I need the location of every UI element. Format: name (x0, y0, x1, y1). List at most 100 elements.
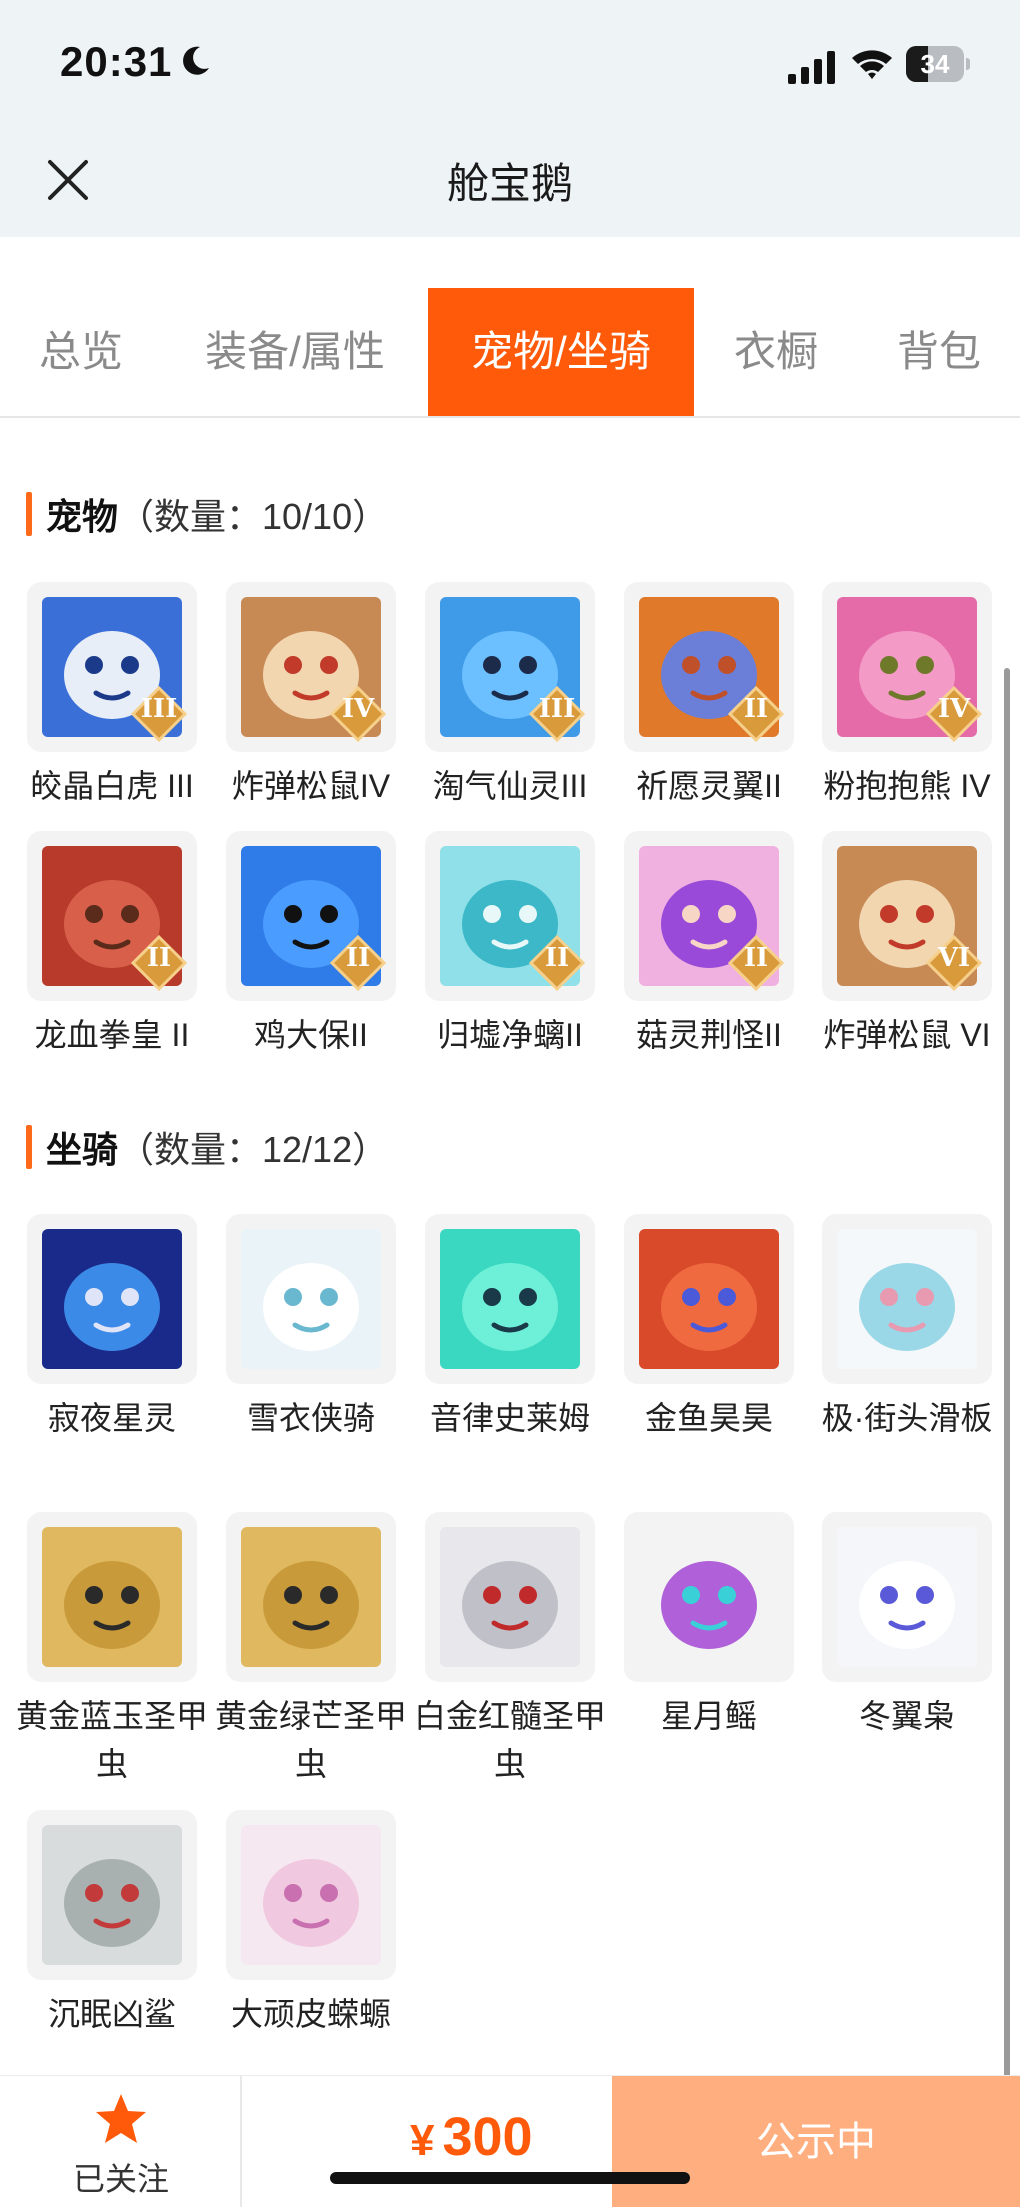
item-name: 黄金蓝玉圣甲虫 (15, 1698, 208, 1782)
item-name: 炸弹松鼠 VI (823, 1017, 991, 1053)
grid-item[interactable]: III 淘气仙灵III (411, 582, 609, 810)
item-thumbnail (624, 1214, 794, 1384)
tier-badge: III (529, 686, 585, 742)
mounts-count: （数量：12/12） (118, 1129, 389, 1170)
tab-backpack[interactable]: 背包 (866, 288, 1012, 416)
star-icon (96, 2094, 146, 2143)
tier-badge: VI (926, 935, 982, 991)
home-indicator (330, 2172, 690, 2184)
item-name: 龙血拳皇 II (34, 1017, 190, 1053)
grid-item[interactable]: 寂夜星灵 (13, 1214, 211, 1442)
item-thumbnail: III (27, 582, 197, 752)
item-thumbnail: VI (822, 831, 992, 1001)
tab-overview[interactable]: 总览 (0, 288, 162, 416)
grid-item[interactable]: 音律史莱姆 (411, 1214, 609, 1442)
follow-label: 已关注 (72, 2161, 169, 2197)
silver-beetle-icon (440, 1527, 580, 1667)
item-name: 黄金绿芒圣甲虫 (214, 1698, 407, 1782)
golden-beetle-icon (42, 1527, 182, 1667)
white-horse-icon (241, 1229, 381, 1369)
shark-icon (42, 1825, 182, 1965)
grid-item[interactable]: 冬翼枭 (808, 1512, 1006, 1740)
scrollbar[interactable] (1004, 668, 1010, 2078)
golden-beetle-icon (241, 1527, 381, 1667)
snow-owl-icon (837, 1527, 977, 1667)
tier-badge: II (131, 935, 187, 991)
grid-item[interactable]: IV 炸弹松鼠IV (212, 582, 410, 810)
grid-item[interactable]: 黄金蓝玉圣甲虫 (13, 1512, 211, 1788)
grid-item[interactable]: 极·街头滑板 (808, 1214, 1006, 1442)
tier-badge: IV (926, 686, 982, 742)
tier-badge: II (330, 935, 386, 991)
item-thumbnail (27, 1810, 197, 1980)
grid-item[interactable]: 大顽皮蝾螈 (212, 1810, 410, 2038)
grid-item[interactable]: 黄金绿芒圣甲虫 (212, 1512, 410, 1788)
manta-ray-icon (639, 1527, 779, 1667)
skateboard-icon (837, 1229, 977, 1369)
pets-section-header: 宠物 （数量：10/10） (26, 491, 388, 537)
grid-item[interactable]: 沉眠凶鲨 (13, 1810, 211, 2038)
item-thumbnail (425, 1214, 595, 1384)
item-thumbnail (226, 1214, 396, 1384)
item-thumbnail: II (425, 831, 595, 1001)
axolotl-icon (241, 1825, 381, 1965)
green-slime-icon (440, 1229, 580, 1369)
item-thumbnail (822, 1512, 992, 1682)
grid-item[interactable]: 金鱼昊昊 (610, 1214, 808, 1442)
item-name: 菇灵荆怪II (636, 1017, 782, 1053)
signal-icon (788, 51, 835, 84)
moon-icon (183, 46, 209, 75)
item-name: 星月鳐 (660, 1698, 757, 1734)
item-name: 皎晶白虎 III (30, 768, 194, 804)
item-thumbnail (822, 1214, 992, 1384)
grid-item[interactable]: VI 炸弹松鼠 VI (808, 831, 1006, 1059)
item-thumbnail (226, 1512, 396, 1682)
grid-item[interactable]: II 鸡大保II (212, 831, 410, 1059)
price-value: 300 (442, 2107, 533, 2167)
item-thumbnail (226, 1810, 396, 1980)
grid-item[interactable]: II 菇灵荆怪II (610, 831, 808, 1059)
grid-item[interactable]: III 皎晶白虎 III (13, 582, 211, 810)
tier-badge: IV (330, 686, 386, 742)
goldfish-icon (639, 1229, 779, 1369)
item-thumbnail (27, 1512, 197, 1682)
page-title: 舱宝鹅 (446, 160, 573, 207)
grid-item[interactable]: 星月鳐 (610, 1512, 808, 1740)
grid-item[interactable]: 雪衣侠骑 (212, 1214, 410, 1442)
battery-icon: 34 (906, 46, 970, 82)
follow-button[interactable]: 已关注 (0, 2076, 242, 2207)
tab-bar: 总览 装备/属性 宠物/坐骑 衣橱 背包 (0, 288, 1020, 418)
mounts-title: 坐骑 (46, 1129, 119, 1170)
item-name: 炸弹松鼠IV (231, 768, 391, 804)
item-name: 白金红髓圣甲虫 (413, 1698, 606, 1782)
item-name: 雪衣侠骑 (246, 1400, 375, 1436)
item-name: 音律史莱姆 (429, 1400, 590, 1436)
grid-item[interactable]: II 归墟净螭II (411, 831, 609, 1059)
publicity-status-button[interactable]: 公示中 (612, 2076, 1020, 2207)
item-thumbnail: II (624, 831, 794, 1001)
item-name: 大顽皮蝾螈 (230, 1996, 391, 2032)
item-name: 粉抱抱熊 IV (823, 768, 991, 804)
grid-item[interactable]: II 龙血拳皇 II (13, 831, 211, 1059)
tier-badge: II (728, 935, 784, 991)
grid-item[interactable]: 白金红髓圣甲虫 (411, 1512, 609, 1788)
item-thumbnail: III (425, 582, 595, 752)
tier-badge: II (728, 686, 784, 742)
section-marker (26, 492, 32, 536)
item-name: 淘气仙灵III (432, 768, 588, 804)
status-time: 20:31 (60, 38, 173, 85)
grid-item[interactable]: IV 粉抱抱熊 IV (808, 582, 1006, 810)
item-thumbnail: II (624, 582, 794, 752)
tab-equipment[interactable]: 装备/属性 (178, 288, 412, 416)
tab-pets-mounts[interactable]: 宠物/坐骑 (428, 288, 694, 416)
grid-item[interactable]: II 祈愿灵翼II (610, 582, 808, 810)
item-thumbnail: IV (822, 582, 992, 752)
item-name: 极·街头滑板 (821, 1400, 993, 1436)
item-name: 金鱼昊昊 (644, 1400, 773, 1436)
item-name: 寂夜星灵 (47, 1400, 176, 1436)
tab-wardrobe[interactable]: 衣橱 (708, 288, 844, 416)
bottom-bar: 已关注 ¥300 公示中 (0, 2075, 1020, 2207)
item-thumbnail: IV (226, 582, 396, 752)
tier-badge: III (131, 686, 187, 742)
pets-title: 宠物 (46, 496, 119, 537)
